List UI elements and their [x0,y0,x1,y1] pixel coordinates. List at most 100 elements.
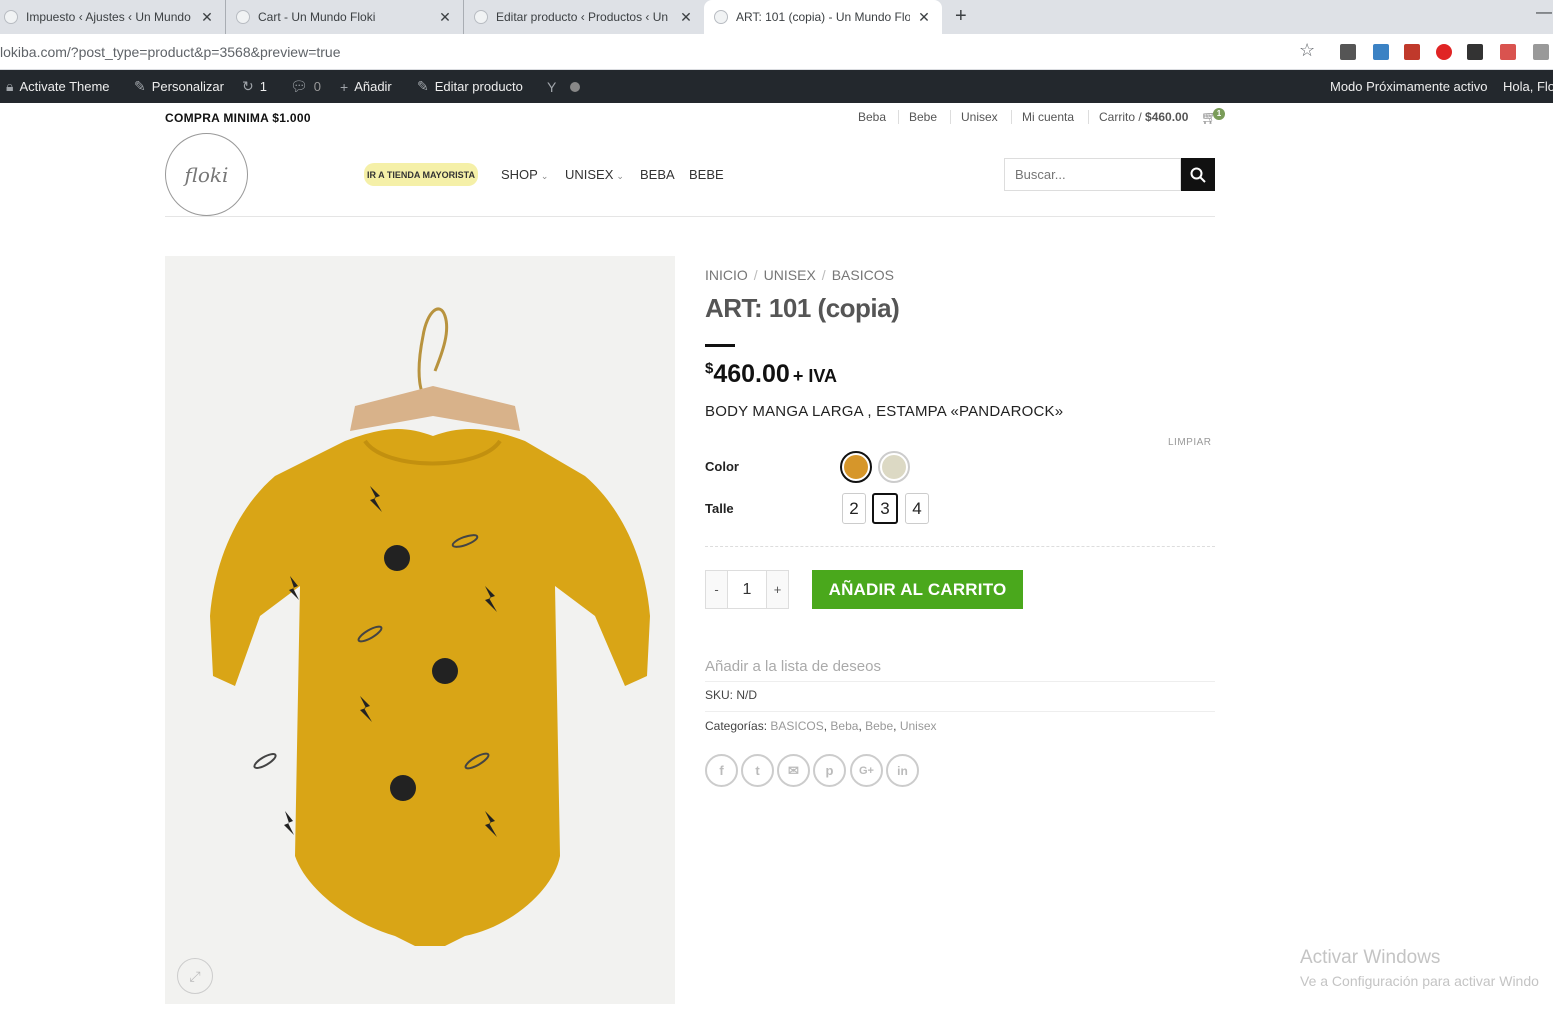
color-swatch-mustard[interactable] [840,451,872,483]
breadcrumb-separator: / [753,267,758,283]
extension-dark-icon[interactable] [1467,44,1483,60]
breadcrumb-separator: / [821,267,826,283]
breadcrumb: INICIO / UNISEX / BASICOS [705,267,894,283]
header-divider [165,216,1215,217]
cart-label: Carrito / [1099,110,1142,124]
extension-blue-icon[interactable] [1373,44,1389,60]
extension-flag-icon[interactable] [1404,44,1420,60]
updates-link[interactable]: ↻ 1 [242,70,267,103]
top-link-bebe[interactable]: Bebe [898,110,937,124]
product-short-description: BODY MANGA LARGA , ESTAMPA «PANDAROCK» [705,403,1064,420]
category-link[interactable]: Bebe [865,719,893,733]
tab-title: Impuesto ‹ Ajustes ‹ Un Mundo F [26,10,193,24]
product-image[interactable]: ⤢ [165,256,675,1004]
activate-theme-link[interactable]: 🔒︎ Activate Theme [6,70,110,103]
windows-activation-title: Activar Windows [1300,947,1441,968]
category-link[interactable]: Beba [830,719,858,733]
search-input[interactable] [1004,158,1181,191]
quantity-plus-button[interactable]: + [766,570,789,609]
browser-tab[interactable]: Cart - Un Mundo Floki ✕ [226,0,464,34]
tab-close-icon[interactable]: ✕ [916,9,932,26]
tab-title: ART: 101 (copia) - Un Mundo Flo [736,10,910,24]
add-new-label: Añadir [354,79,392,94]
share-google-plus-icon[interactable]: G+ [850,754,883,787]
nav-beba[interactable]: BEBA [640,167,675,182]
mayorista-store-link[interactable]: IR A TIENDA MAYORISTA [364,163,479,186]
favicon-icon [236,10,250,24]
share-linkedin-icon[interactable]: in [886,754,919,787]
add-to-cart-button[interactable]: AÑADIR AL CARRITO [812,570,1023,609]
color-swatch-cream[interactable] [878,451,910,483]
swatch-color-fill [882,455,906,479]
breadcrumb-inicio[interactable]: INICIO [705,267,748,283]
category-link[interactable]: Unisex [900,719,937,733]
new-tab-button[interactable]: + [955,5,967,28]
category-link[interactable]: BASICOS [770,719,823,733]
windows-activation-subtitle: Ve a Configuración para activar Windo [1300,973,1539,989]
add-new-link[interactable]: + Añadir [340,70,392,103]
share-email-icon[interactable]: ✉ [777,754,810,787]
brush-icon: ✎ [134,78,146,94]
top-link-beba[interactable]: Beba [858,110,886,124]
size-label: Talle [705,501,734,516]
breadcrumb-basicos[interactable]: BASICOS [832,267,894,283]
personalizar-label: Personalizar [151,79,224,94]
status-dot-icon [570,81,581,92]
quantity-input[interactable]: 1 [728,570,766,609]
sku-row: SKU: N/D [705,688,757,702]
browser-tab-active[interactable]: ART: 101 (copia) - Un Mundo Flo ✕ [704,0,942,34]
swatch-color-fill [844,455,868,479]
account-greeting[interactable]: Hola, Flo [1503,70,1553,103]
coming-soon-status[interactable]: Modo Próximamente activo [1330,70,1488,103]
top-link-mi-cuenta[interactable]: Mi cuenta [1011,110,1074,124]
window-minimize-icon[interactable]: — [1536,4,1552,22]
cart-count-badge: 1 [1213,108,1225,120]
search-button[interactable] [1181,158,1215,191]
nav-shop[interactable]: SHOP ⌄ [501,167,548,182]
tab-close-icon[interactable]: ✕ [678,9,694,26]
variations-divider [705,546,1215,547]
size-option-2[interactable]: 2 [842,493,866,524]
extension-window-icon[interactable] [1533,44,1549,60]
breadcrumb-unisex[interactable]: UNISEX [764,267,816,283]
tab-close-icon[interactable]: ✕ [437,9,453,26]
personalizar-link[interactable]: ✎ Personalizar [134,70,224,103]
categories-label: Categorías: [705,719,768,733]
pencil-icon: ✎ [417,78,429,94]
browser-tab[interactable]: Editar producto ‹ Productos ‹ Un ✕ [464,0,704,34]
activate-theme-label: Activate Theme [19,79,110,94]
size-option-3[interactable]: 3 [872,493,898,524]
size-option-4[interactable]: 4 [905,493,929,524]
yoast-menu[interactable]: Y [547,70,581,103]
nav-unisex[interactable]: UNISEX ⌄ [565,167,624,182]
favicon-icon [474,10,488,24]
bookmark-star-icon[interactable]: ☆ [1299,40,1315,61]
browser-tab[interactable]: Impuesto ‹ Ajustes ‹ Un Mundo F ✕ [0,0,226,34]
extension-pdf-icon[interactable] [1500,44,1516,60]
extension-gear-icon[interactable] [1436,44,1452,60]
quantity-minus-button[interactable]: - [705,570,728,609]
nav-unisex-label: UNISEX [565,167,614,182]
comments-count: 0 [313,79,322,94]
share-pinterest-icon[interactable]: p [813,754,846,787]
edit-product-label: Editar producto [434,79,523,94]
comment-icon: 💬︎ [290,78,308,94]
edit-product-link[interactable]: ✎ Editar producto [417,70,523,103]
tab-close-icon[interactable]: ✕ [199,9,215,26]
clear-variations-link[interactable]: LIMPIAR [1168,437,1212,448]
add-to-wishlist-link[interactable]: Añadir a la lista de deseos [705,658,881,675]
share-facebook-icon[interactable]: f [705,754,738,787]
site-logo[interactable]: floki [165,133,248,216]
sku-label: SKU: [705,688,734,702]
url-field[interactable]: lokiba.com/?post_type=product&p=3568&pre… [0,44,341,60]
nav-bebe[interactable]: BEBE [689,167,724,182]
comments-link[interactable]: 💬︎ 0 [290,70,321,103]
cart-amount: $460.00 [1145,110,1189,124]
top-link-unisex[interactable]: Unisex [950,110,998,124]
extension-flow-icon[interactable] [1340,44,1356,60]
cart-link[interactable]: Carrito / $460.00 [1088,110,1188,124]
search-icon [1190,167,1206,183]
zoom-expand-icon[interactable]: ⤢ [177,958,213,994]
share-twitter-icon[interactable]: t [741,754,774,787]
address-bar: lokiba.com/?post_type=product&p=3568&pre… [0,34,1553,70]
